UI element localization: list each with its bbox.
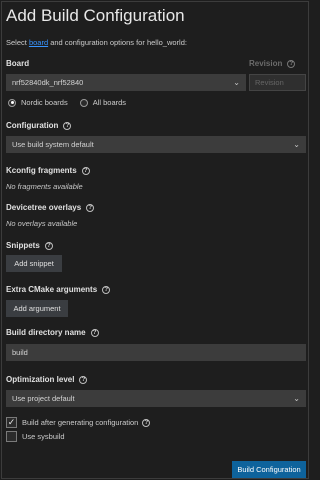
subtitle-prefix: Select bbox=[6, 38, 29, 47]
configuration-select-value: Use build system default bbox=[12, 140, 94, 149]
radio-label: Nordic boards bbox=[21, 98, 68, 107]
board-label: Board bbox=[6, 59, 29, 68]
chevron-down-icon: ⌄ bbox=[293, 139, 300, 149]
checkbox-checked-icon[interactable]: ✓ bbox=[6, 417, 17, 428]
sysbuild-label: Use sysbuild bbox=[22, 432, 65, 441]
devicetree-help-icon[interactable]: ? bbox=[86, 203, 95, 212]
kconfig-empty-note: No fragments available bbox=[6, 182, 83, 191]
board-label-text: Board bbox=[6, 59, 30, 68]
cmake-label-text: Extra CMake arguments bbox=[6, 285, 98, 294]
board-select[interactable]: nrf52840dk_nrf52840 ⌄ bbox=[6, 74, 246, 91]
optimization-help-icon[interactable]: ? bbox=[79, 375, 88, 384]
revision-label-text: Revision bbox=[249, 59, 283, 68]
configuration-label-text: Configuration bbox=[6, 121, 59, 130]
page-title: Add Build Configuration bbox=[6, 6, 185, 25]
devicetree-label-text: Devicetree overlays bbox=[6, 203, 82, 212]
radio-unselected-icon bbox=[79, 98, 88, 107]
radio-all-boards[interactable]: All boards bbox=[79, 98, 127, 107]
revision-help-icon[interactable]: ? bbox=[287, 59, 296, 68]
board-filter-radios: Nordic boards All boards bbox=[8, 98, 138, 107]
revision-label: Revision ? bbox=[249, 59, 296, 68]
revision-input[interactable]: Revision bbox=[249, 74, 306, 91]
chevron-down-icon: ⌄ bbox=[233, 77, 240, 87]
configuration-select[interactable]: Use build system default ⌄ bbox=[6, 136, 306, 153]
build-dir-input[interactable]: build bbox=[6, 344, 306, 361]
build-after-help-icon[interactable]: ? bbox=[142, 418, 151, 427]
checkbox-unchecked-icon[interactable] bbox=[6, 431, 17, 442]
subtitle-suffix: and configuration options for hello_worl… bbox=[48, 38, 187, 47]
snippets-help-icon[interactable]: ? bbox=[44, 241, 53, 250]
build-dir-label: Build directory name ? bbox=[6, 328, 99, 337]
configuration-label: Configuration ? bbox=[6, 121, 72, 130]
radio-selected-icon bbox=[8, 98, 16, 107]
optimization-select[interactable]: Use project default ⌄ bbox=[6, 390, 306, 407]
build-configuration-button[interactable]: Build Configuration bbox=[232, 461, 306, 478]
snippets-label-text: Snippets bbox=[6, 241, 40, 250]
kconfig-label: Kconfig fragments ? bbox=[6, 166, 90, 175]
optimization-select-value: Use project default bbox=[12, 394, 75, 403]
subtitle: Select board and configuration options f… bbox=[6, 38, 187, 47]
add-argument-button[interactable]: Add argument bbox=[6, 300, 68, 317]
kconfig-label-text: Kconfig fragments bbox=[6, 166, 77, 175]
sysbuild-option[interactable]: Use sysbuild bbox=[6, 431, 65, 442]
devicetree-empty-note: No overlays available bbox=[6, 219, 78, 228]
build-dir-label-text: Build directory name bbox=[6, 328, 86, 337]
radio-label: All boards bbox=[92, 98, 127, 107]
build-after-label: Build after generating configuration bbox=[22, 418, 139, 427]
snippets-label: Snippets ? bbox=[6, 241, 53, 250]
build-after-option[interactable]: ✓ Build after generating configuration ? bbox=[6, 417, 151, 428]
build-dir-value: build bbox=[12, 348, 28, 357]
board-select-value: nrf52840dk_nrf52840 bbox=[12, 78, 84, 87]
panel-frame: Add Build Configuration Select board and… bbox=[1, 1, 309, 479]
revision-placeholder: Revision bbox=[255, 78, 284, 87]
add-snippet-button[interactable]: Add snippet bbox=[6, 255, 62, 272]
chevron-down-icon: ⌄ bbox=[293, 393, 300, 403]
radio-nordic-boards[interactable]: Nordic boards bbox=[8, 98, 68, 107]
cmake-label: Extra CMake arguments ? bbox=[6, 285, 111, 294]
configuration-help-icon[interactable]: ? bbox=[63, 121, 72, 130]
kconfig-help-icon[interactable]: ? bbox=[81, 166, 90, 175]
devicetree-label: Devicetree overlays ? bbox=[6, 203, 95, 212]
build-dir-help-icon[interactable]: ? bbox=[90, 328, 99, 337]
cmake-help-icon[interactable]: ? bbox=[102, 285, 111, 294]
optimization-label: Optimization level ? bbox=[6, 375, 88, 384]
optimization-label-text: Optimization level bbox=[6, 375, 75, 384]
board-link[interactable]: board bbox=[29, 38, 48, 47]
